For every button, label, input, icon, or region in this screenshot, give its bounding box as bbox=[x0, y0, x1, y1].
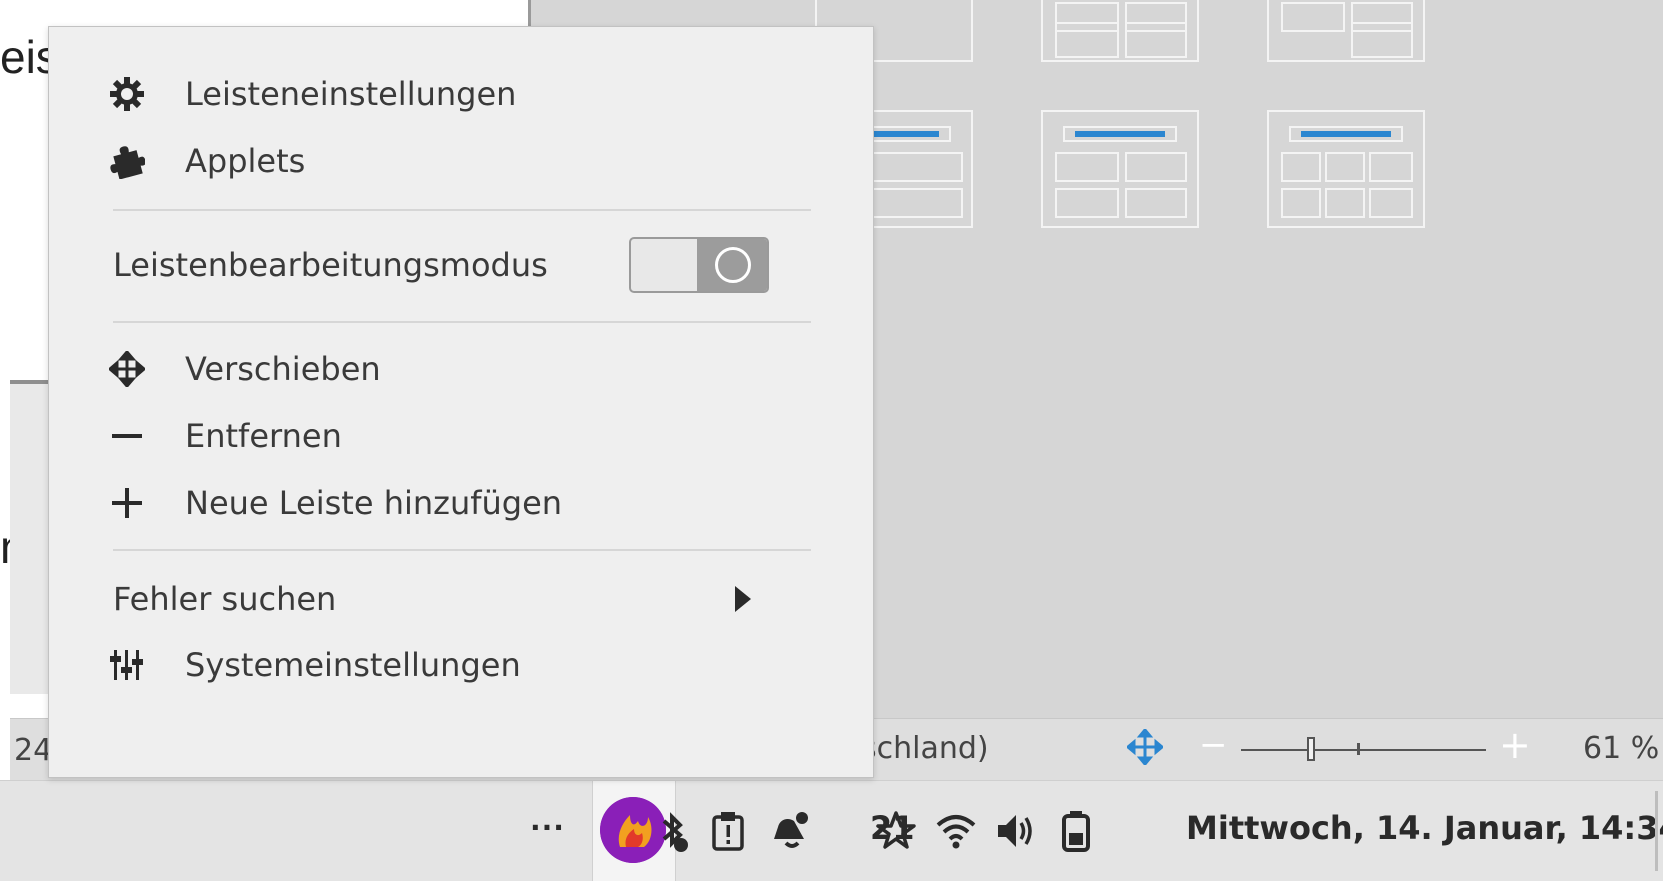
puzzle-icon bbox=[110, 146, 145, 179]
menu-item-panel-settings[interactable]: Leisteneinstellungen bbox=[49, 59, 873, 129]
notifications-icon[interactable] bbox=[770, 809, 810, 853]
sliders-icon bbox=[110, 650, 143, 680]
menu-item-remove[interactable]: Entfernen bbox=[49, 401, 873, 471]
panel-context-menu: Leisteneinstellungen Applets Leistenbear… bbox=[48, 26, 874, 778]
thumbnail-cell bbox=[1281, 152, 1321, 182]
menu-item-label: Systemeinstellungen bbox=[185, 646, 521, 684]
battery-icon[interactable] bbox=[1056, 809, 1096, 853]
clock[interactable]: Mittwoch, 14. Januar, 14:34 bbox=[1186, 809, 1663, 847]
menu-item-label: Fehler suchen bbox=[113, 580, 337, 618]
menu-separator bbox=[113, 321, 811, 323]
minus-icon bbox=[112, 434, 142, 438]
toggle-knob bbox=[715, 247, 751, 283]
thumbnail-cell bbox=[1325, 188, 1365, 218]
clipboard-icon[interactable] bbox=[708, 809, 748, 853]
thumbnail-cell bbox=[1125, 22, 1187, 58]
move-icon bbox=[109, 351, 145, 387]
edit-mode-toggle[interactable] bbox=[629, 237, 769, 293]
taskbar: ··· 21 Mittwoch, 14. Januar, 14:34 bbox=[0, 780, 1663, 881]
zoom-out-button[interactable]: − bbox=[1199, 725, 1228, 765]
zoom-slider-handle[interactable] bbox=[1307, 737, 1315, 761]
thumbnail-cell bbox=[1369, 188, 1413, 218]
zoom-value[interactable]: 61 % bbox=[1583, 731, 1659, 766]
menu-item-label: Applets bbox=[185, 142, 306, 180]
plus-icon bbox=[112, 488, 142, 518]
menu-item-label: Leistenbearbeitungsmodus bbox=[113, 246, 548, 284]
chevron-right-icon bbox=[735, 586, 751, 612]
layout-thumbnail[interactable] bbox=[1041, 0, 1199, 62]
taskbar-edge bbox=[1655, 791, 1658, 871]
menu-item-applets[interactable]: Applets bbox=[49, 126, 873, 196]
tray-overflow-button[interactable]: ··· bbox=[530, 811, 565, 844]
thumbnail-title-bar bbox=[1289, 126, 1403, 142]
layout-thumbnail[interactable] bbox=[1267, 0, 1425, 62]
zoom-fit-icon[interactable] bbox=[1127, 729, 1163, 765]
zoom-in-button[interactable]: + bbox=[1499, 723, 1531, 767]
bluetooth-icon[interactable] bbox=[652, 809, 692, 853]
background-status-left: 24 bbox=[14, 733, 53, 768]
zoom-slider-track[interactable] bbox=[1241, 749, 1486, 751]
thumbnail-cell bbox=[1055, 188, 1119, 218]
background-panel bbox=[10, 380, 52, 694]
menu-item-label: Neue Leiste hinzufügen bbox=[185, 484, 563, 522]
menu-item-add-panel[interactable]: Neue Leiste hinzufügen bbox=[49, 468, 873, 538]
menu-separator bbox=[113, 549, 811, 551]
favorites-star-icon[interactable] bbox=[876, 809, 916, 853]
wifi-icon[interactable] bbox=[936, 809, 976, 853]
menu-item-label: Leisteneinstellungen bbox=[185, 75, 517, 113]
thumbnail-title-bar bbox=[1063, 126, 1177, 142]
menu-item-move[interactable]: Verschieben bbox=[49, 334, 873, 404]
thumbnail-cell bbox=[1325, 152, 1365, 182]
thumbnail-cell bbox=[1125, 188, 1187, 218]
menu-separator bbox=[113, 209, 811, 211]
status-language[interactable]: schland) bbox=[861, 731, 989, 766]
layout-thumbnail[interactable] bbox=[1267, 110, 1425, 228]
thumbnail-cell bbox=[1055, 152, 1119, 182]
menu-item-system-settings[interactable]: Systemeinstellungen bbox=[49, 630, 873, 700]
thumbnail-cell bbox=[1281, 2, 1345, 32]
menu-item-label: Entfernen bbox=[185, 417, 342, 455]
thumbnail-cell bbox=[1125, 152, 1187, 182]
gear-icon bbox=[110, 77, 144, 111]
menu-item-label: Verschieben bbox=[185, 350, 381, 388]
volume-icon[interactable] bbox=[994, 809, 1034, 853]
thumbnail-cell bbox=[1351, 22, 1413, 58]
zoom-slider-tick bbox=[1357, 743, 1360, 755]
thumbnail-cell bbox=[1281, 188, 1321, 218]
thumbnail-cell bbox=[1055, 22, 1119, 58]
menu-item-troubleshoot[interactable]: Fehler suchen bbox=[49, 564, 873, 634]
layout-thumbnail[interactable] bbox=[1041, 110, 1199, 228]
thumbnail-cell bbox=[1369, 152, 1413, 182]
